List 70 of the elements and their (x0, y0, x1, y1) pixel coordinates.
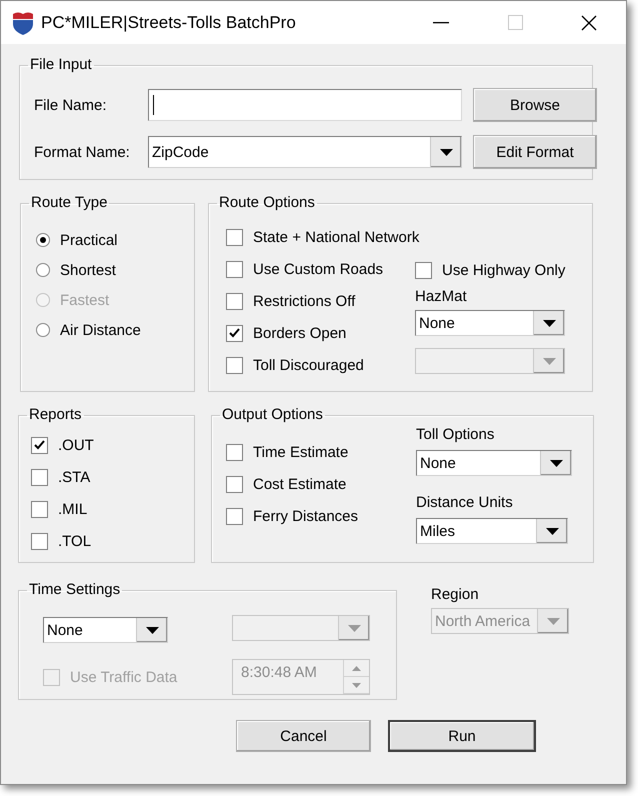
field-label: Toll Options (416, 425, 496, 445)
checkbox[interactable] (31, 468, 48, 486)
file-name-field[interactable] (148, 89, 462, 121)
radio-button[interactable] (36, 263, 50, 277)
caret-icon (546, 528, 558, 534)
time-mode-dropdown[interactable]: None (43, 617, 168, 643)
caret-icon (542, 358, 556, 364)
caret-icon (352, 682, 361, 688)
checkbox-label: .OUT (58, 436, 94, 454)
shield-icon (12, 10, 34, 34)
group-title: File Input (29, 56, 93, 74)
checkbox-label: .TOL (58, 532, 92, 550)
checkbox-label: Borders Open (253, 324, 346, 342)
checkbox[interactable] (415, 262, 432, 278)
checkbox[interactable] (226, 476, 243, 492)
group-title: Route Type (30, 194, 108, 212)
checkbox-label: Use Highway Only (442, 262, 566, 278)
group-title: Time Settings (28, 581, 122, 599)
checkbox-label: Time Estimate (253, 444, 348, 460)
checkbox[interactable] (31, 436, 48, 454)
group-title: Output Options (221, 406, 324, 424)
minimize-icon[interactable] (433, 22, 449, 24)
caret-icon (546, 618, 560, 624)
checkbox-label: Restrictions Off (253, 292, 356, 310)
checkbox-label: Toll Discouraged (253, 356, 364, 374)
checkbox[interactable] (226, 508, 243, 524)
distance-units-dropdown[interactable]: Miles (416, 518, 568, 544)
group-title: Route Options (218, 194, 316, 212)
caret-icon (352, 666, 361, 670)
checkbox[interactable] (226, 228, 243, 246)
hazmat-dropdown[interactable]: None (415, 310, 565, 336)
checkbox-label: Use Traffic Data (70, 668, 178, 686)
checkbox-label: Cost Estimate (253, 476, 346, 492)
radio-label: Fastest (60, 292, 110, 308)
caret-icon (550, 460, 562, 466)
checkbox[interactable] (31, 532, 48, 550)
checkbox[interactable] (226, 292, 243, 310)
run-button[interactable]: Run (388, 720, 536, 752)
radio-label: Practical (60, 232, 118, 248)
checkbox-label: Use Custom Roads (253, 260, 384, 278)
field-label: Region (431, 585, 480, 605)
checkbox[interactable] (31, 500, 48, 518)
checkbox[interactable] (226, 356, 243, 374)
close-icon[interactable] (581, 14, 597, 30)
field-label: HazMat (415, 287, 468, 307)
checkbox-label: State + National Network (253, 228, 420, 246)
toll-options-dropdown[interactable]: None (416, 450, 572, 476)
format-dropdown[interactable]: ZipCode (148, 136, 462, 168)
radio-label: Shortest (60, 262, 116, 278)
caret-icon (348, 624, 360, 632)
caret-icon (146, 626, 158, 634)
checkbox-label: .STA (58, 468, 90, 486)
checkbox[interactable] (226, 444, 243, 460)
edit-format-button[interactable]: Edit Format (473, 135, 597, 169)
field-label: Distance Units (416, 493, 514, 513)
caret-icon (440, 148, 452, 156)
caret-icon (542, 320, 556, 326)
window-title: PC*MILER|Streets-Tolls BatchPro (41, 12, 297, 32)
radio-label: Air Distance (60, 322, 141, 338)
checkbox-label: .MIL (58, 500, 88, 518)
field-label: File Name: (34, 96, 108, 114)
radio-button[interactable] (36, 323, 50, 337)
field-label: Format Name: (34, 144, 131, 160)
checkbox[interactable] (226, 324, 243, 342)
group-title: Reports (28, 406, 83, 424)
browse-button[interactable]: Browse (473, 88, 597, 122)
radio-button[interactable] (36, 233, 50, 247)
checkbox[interactable] (226, 260, 243, 278)
cancel-button[interactable]: Cancel (236, 720, 371, 752)
checkbox-label: Ferry Distances (253, 508, 358, 524)
